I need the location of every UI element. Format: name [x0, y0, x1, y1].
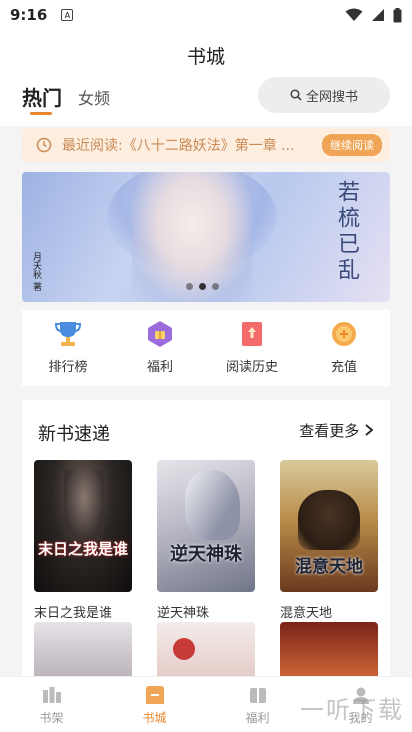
- book-cover[interactable]: 混意天地: [280, 460, 378, 592]
- shortcut-ranking[interactable]: 排行榜: [22, 310, 114, 386]
- bookstore-icon: [144, 685, 166, 705]
- tab-female[interactable]: 女频: [78, 85, 110, 109]
- nav-label: 书城: [142, 711, 167, 725]
- shortcut-label: 排行榜: [48, 360, 88, 375]
- status-time: 9:16: [10, 6, 48, 24]
- battery-icon: [393, 7, 402, 22]
- recent-reading-text: 最近阅读:《八十二路妖法》第一章 ...: [62, 138, 295, 154]
- banner-calligraphy: 若梳已乱: [334, 180, 359, 284]
- history-icon: [238, 320, 266, 348]
- shortcut-label: 阅读历史: [225, 360, 278, 375]
- chevron-right-icon: [365, 424, 374, 436]
- continue-reading-button[interactable]: 继续阅读: [322, 134, 382, 156]
- book-card[interactable]: 逆天神珠 逆天神珠: [157, 460, 255, 621]
- shortcut-history[interactable]: 阅读历史: [206, 310, 298, 386]
- bookshelf-icon: [41, 685, 63, 705]
- see-more-label: 查看更多: [299, 422, 360, 440]
- recent-reading-bar[interactable]: 最近阅读:《八十二路妖法》第一章 ... 继续阅读: [22, 128, 390, 162]
- nav-label: 福利: [245, 711, 270, 725]
- carousel-dot[interactable]: [186, 283, 193, 290]
- carousel-dot-active[interactable]: [199, 283, 206, 290]
- watermark-text: 一听下载: [300, 696, 404, 724]
- page-title: 书城: [186, 46, 225, 68]
- book-cover[interactable]: [157, 622, 255, 682]
- shortcut-welfare[interactable]: 福利: [114, 310, 206, 386]
- tab-hot[interactable]: 热门: [22, 82, 62, 111]
- shortcut-label: 充值: [330, 360, 357, 375]
- book-title: 混意天地: [280, 606, 333, 621]
- shortcut-label: 福利: [146, 360, 173, 375]
- nav-bookstore[interactable]: 书城: [103, 677, 206, 732]
- book-title: 末日之我是谁: [34, 606, 113, 621]
- section-title: 新书速递: [38, 424, 110, 445]
- book-cover[interactable]: [34, 622, 132, 682]
- nav-label: 书架: [39, 711, 64, 725]
- book-cover-title: 末日之我是谁: [37, 540, 128, 558]
- wifi-icon: [345, 8, 363, 21]
- nav-welfare[interactable]: 福利: [206, 677, 309, 732]
- banner-author-stamp: 月夭秋 著: [31, 252, 41, 291]
- search-label: 全网搜书: [305, 89, 358, 105]
- nav-bookshelf[interactable]: 书架: [0, 677, 103, 732]
- book-cover-title: 混意天地: [295, 557, 363, 577]
- book-title: 逆天神珠: [157, 606, 210, 621]
- book-cover[interactable]: 逆天神珠: [157, 460, 255, 592]
- book-cover[interactable]: 末日之我是谁: [34, 460, 132, 592]
- shortcut-recharge[interactable]: 充值: [298, 310, 390, 386]
- carousel-dots: [186, 283, 219, 290]
- trophy-icon: [54, 320, 82, 348]
- signal-icon: [372, 9, 384, 21]
- book-cover[interactable]: [280, 622, 378, 682]
- coin-icon: [330, 320, 358, 348]
- welfare-icon: [247, 685, 269, 705]
- top-bar: 书城 热门 女频 全网搜书: [0, 30, 412, 126]
- status-bar: 9:16 A: [0, 0, 412, 30]
- book-cover-title: 逆天神珠: [170, 544, 242, 565]
- gift-icon: [146, 320, 174, 348]
- see-more-link[interactable]: 查看更多: [299, 420, 374, 441]
- clock-icon: [36, 137, 52, 153]
- carousel-dot[interactable]: [212, 283, 219, 290]
- app-indicator-icon: A: [61, 9, 74, 21]
- search-button[interactable]: 全网搜书: [258, 77, 390, 113]
- search-icon: [290, 89, 302, 101]
- shortcut-grid: 排行榜 福利 阅读历史 充值: [22, 310, 390, 386]
- book-card[interactable]: 末日之我是谁 末日之我是谁: [34, 460, 132, 621]
- tab-active-indicator: [30, 112, 52, 115]
- book-card[interactable]: 混意天地 混意天地: [280, 460, 378, 621]
